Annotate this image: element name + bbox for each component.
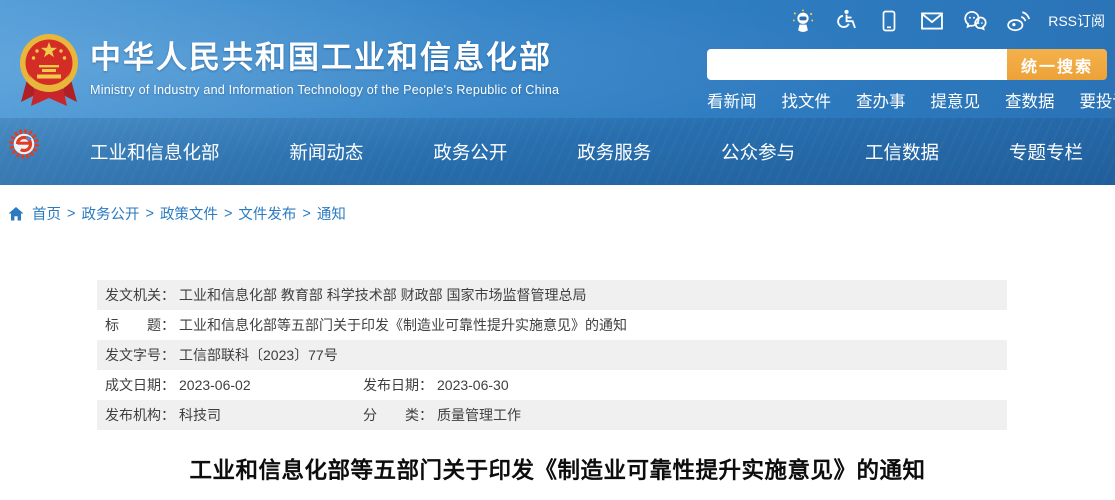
crumb-home[interactable]: 首页 (32, 203, 61, 224)
site-subtitle: Ministry of Industry and Information Tec… (90, 83, 559, 97)
quick-link-complaint[interactable]: 要投诉 (1080, 88, 1115, 112)
meta-row-issuing-agency: 发文机关：工业和信息化部 教育部 科学技术部 财政部 国家市场监督管理总局 (97, 280, 1007, 310)
meta-value: 工信部联科〔2023〕77号 (179, 347, 338, 363)
quick-link-files[interactable]: 找文件 (782, 88, 832, 112)
breadcrumb-separator: > (145, 206, 153, 222)
quick-links: 看新闻 找文件 查办事 提意见 查数据 要投诉 (707, 88, 1115, 112)
quick-link-news[interactable]: 看新闻 (707, 88, 757, 112)
meta-row-doc-number: 发文字号：工信部联科〔2023〕77号 (97, 340, 1007, 370)
brand-text: 中华人民共和国工业和信息化部 Ministry of Industry and … (90, 28, 559, 97)
nav-item-public-participation[interactable]: 公众参与 (719, 135, 797, 169)
crumb-gov-disclosure[interactable]: 政务公开 (81, 203, 139, 224)
nav-item-miit[interactable]: 工业和信息化部 (88, 135, 222, 169)
crumb-file-release[interactable]: 文件发布 (238, 203, 296, 224)
search-input[interactable] (707, 49, 1007, 80)
crumb-policy-files[interactable]: 政策文件 (160, 203, 218, 224)
meta-label: 分 类： (363, 407, 433, 423)
nav-item-gov-disclosure[interactable]: 政务公开 (431, 135, 509, 169)
quick-link-data[interactable]: 查数据 (1005, 88, 1055, 112)
meta-label: 发文字号： (105, 347, 175, 363)
meta-label: 发布机构： (105, 407, 175, 423)
breadcrumb: 首页 > 政务公开 > 政策文件 > 文件发布 > 通知 (8, 203, 346, 224)
crumb-notice[interactable]: 通知 (317, 203, 346, 224)
meta-value: 2023-06-30 (437, 377, 509, 393)
meta-cell-category: 分 类：质量管理工作 (363, 400, 521, 430)
mobile-icon[interactable] (876, 8, 902, 34)
meta-label: 发布日期： (363, 377, 433, 393)
breadcrumb-separator: > (302, 206, 310, 222)
meta-row-dates: 成文日期：2023-06-02 发布日期：2023-06-30 (97, 370, 1007, 400)
nav-item-special-topics[interactable]: 专题专栏 (1007, 135, 1085, 169)
weibo-icon[interactable] (1005, 8, 1031, 34)
national-emblem-icon (18, 28, 80, 110)
meta-label: 成文日期： (105, 377, 175, 393)
meta-value: 工业和信息化部 教育部 科学技术部 财政部 国家市场监督管理总局 (179, 287, 587, 303)
search-box: 统一搜索 (707, 49, 1107, 80)
meta-value: 工业和信息化部等五部门关于印发《制造业可靠性提升实施意见》的通知 (179, 317, 627, 333)
mail-icon[interactable] (919, 8, 945, 34)
quick-link-suggest[interactable]: 提意见 (931, 88, 981, 112)
nav-item-miit-data[interactable]: 工信数据 (863, 135, 941, 169)
search-button[interactable]: 统一搜索 (1007, 49, 1107, 80)
article-title: 工业和信息化部等五部门关于印发《制造业可靠性提升实施意见》的通知 (0, 453, 1115, 485)
site-title[interactable]: 中华人民共和国工业和信息化部 (90, 40, 559, 76)
meta-cell-publish-date: 发布日期：2023-06-30 (363, 370, 509, 400)
site-brand: 中华人民共和国工业和信息化部 Ministry of Industry and … (18, 28, 559, 110)
main-nav: 工业和信息化部 新闻动态 政务公开 政务服务 公众参与 工信数据 专题专栏 (0, 118, 1115, 185)
meta-value: 质量管理工作 (437, 407, 521, 423)
nav-item-gov-services[interactable]: 政务服务 (575, 135, 653, 169)
meta-label: 标 题： (105, 317, 175, 333)
breadcrumb-separator: > (224, 206, 232, 222)
topbar: RSS订阅 (790, 8, 1105, 34)
home-icon[interactable] (8, 206, 24, 222)
site-header: RSS订阅 中华人民共和国工业和信息化部 (0, 0, 1115, 185)
page: RSS订阅 中华人民共和国工业和信息化部 (0, 0, 1115, 500)
nav-item-news[interactable]: 新闻动态 (287, 135, 365, 169)
meta-row-title: 标 题：工业和信息化部等五部门关于印发《制造业可靠性提升实施意见》的通知 (97, 310, 1007, 340)
rss-subscribe-link[interactable]: RSS订阅 (1048, 11, 1105, 31)
meta-label: 发文机关： (105, 287, 175, 303)
doc-meta-table: 发文机关：工业和信息化部 教育部 科学技术部 财政部 国家市场监督管理总局 标 … (97, 280, 1007, 430)
quick-link-services[interactable]: 查办事 (856, 88, 906, 112)
meta-row-publisher: 发布机构：科技司 分 类：质量管理工作 (97, 400, 1007, 430)
meta-value: 科技司 (179, 407, 221, 423)
accessibility-icon[interactable] (833, 8, 859, 34)
meta-value: 2023-06-02 (179, 377, 251, 393)
wechat-icon[interactable] (962, 8, 988, 34)
breadcrumb-separator: > (67, 206, 75, 222)
robot-assistant-icon[interactable] (790, 8, 816, 34)
